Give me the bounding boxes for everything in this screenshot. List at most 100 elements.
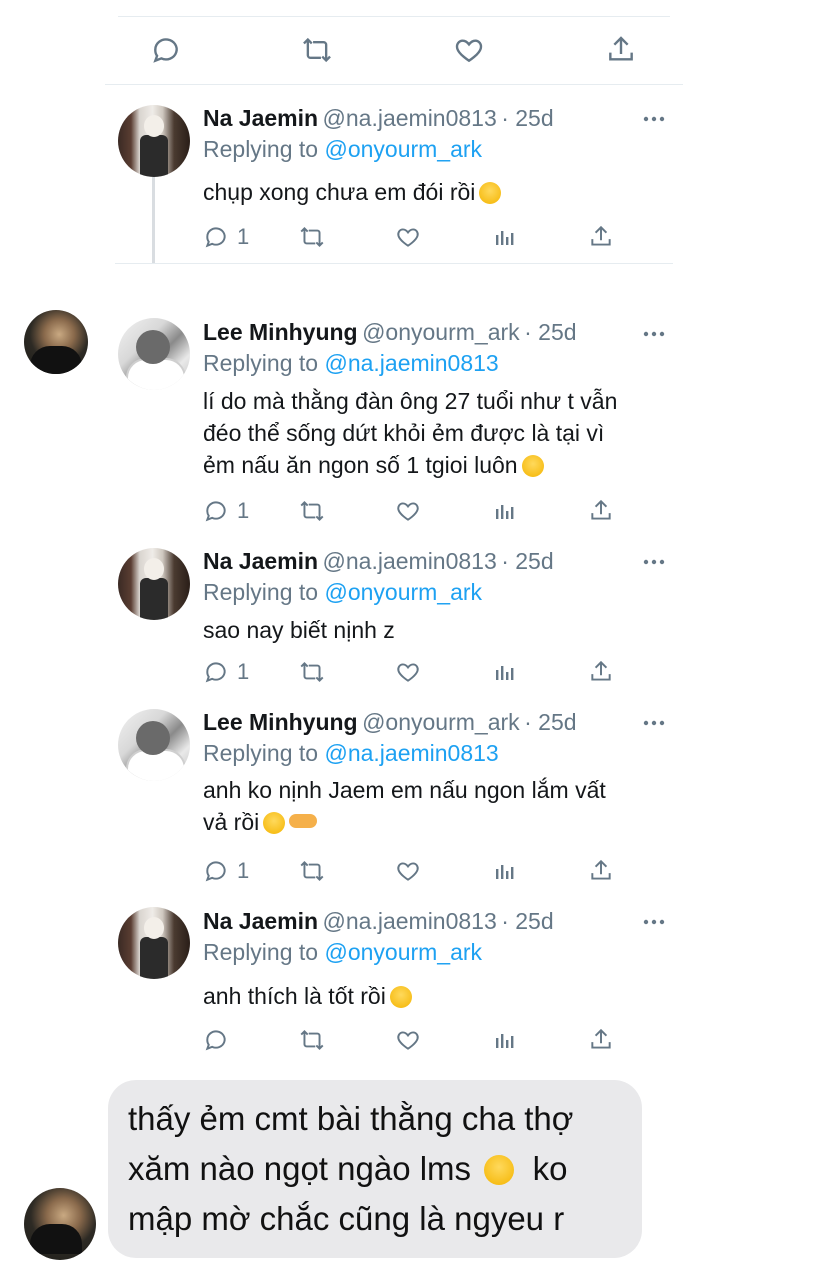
crying-face-emoji bbox=[521, 455, 544, 477]
reply-button[interactable]: 1 bbox=[203, 498, 249, 524]
reply-count: 1 bbox=[237, 858, 250, 883]
replying-label: Replying to bbox=[203, 740, 319, 766]
avatar[interactable] bbox=[118, 318, 190, 390]
handle[interactable]: @na.jaemin0813 bbox=[323, 548, 497, 574]
thread-connector bbox=[152, 176, 155, 264]
share-icon[interactable] bbox=[588, 224, 614, 250]
display-name[interactable]: Na Jaemin bbox=[203, 105, 318, 131]
reply-button[interactable]: 1 bbox=[203, 858, 249, 884]
message-line: thấy ẻm cmt bài thằng cha thợ bbox=[128, 1100, 574, 1137]
handle[interactable]: @na.jaemin0813 bbox=[323, 105, 497, 131]
reply-icon bbox=[203, 224, 229, 250]
retweet-icon[interactable] bbox=[298, 498, 326, 524]
like-icon[interactable] bbox=[395, 224, 421, 250]
tweet-divider bbox=[115, 263, 673, 264]
like-icon[interactable] bbox=[395, 858, 421, 884]
retweet-icon[interactable] bbox=[298, 224, 326, 250]
tweet-age: · 25d bbox=[501, 548, 554, 574]
reply-button[interactable]: 1 bbox=[203, 659, 249, 685]
more-options-icon[interactable] bbox=[643, 714, 665, 732]
handle[interactable]: @na.jaemin0813 bbox=[323, 908, 497, 934]
tweet-age: · 25d bbox=[524, 319, 577, 345]
reply-button[interactable]: 1 bbox=[203, 224, 249, 250]
chat-sender-avatar bbox=[24, 310, 88, 374]
replying-label: Replying to bbox=[203, 136, 319, 162]
display-name[interactable]: Na Jaemin bbox=[203, 548, 318, 574]
tweet-text-line: vả rồi bbox=[203, 809, 260, 835]
tweet-text: anh ko nịnh Jaem em nấu ngon lắm vất vả … bbox=[203, 774, 683, 838]
display-name[interactable]: Lee Minhyung bbox=[203, 709, 358, 735]
top-divider bbox=[118, 16, 670, 17]
avatar[interactable] bbox=[118, 105, 190, 177]
reply-icon bbox=[203, 498, 229, 524]
like-icon[interactable] bbox=[395, 1027, 421, 1053]
reply-mention-link[interactable]: @onyourm_ark bbox=[324, 136, 482, 162]
tweet-text-line: anh ko nịnh Jaem em nấu ngon lắm vất bbox=[203, 777, 606, 803]
tweet-text-line: ẻm nấu ăn ngon số 1 tgioi luôn bbox=[203, 452, 518, 478]
avatar[interactable] bbox=[118, 548, 190, 620]
retweet-icon[interactable] bbox=[298, 858, 326, 884]
reply-mention-link[interactable]: @na.jaemin0813 bbox=[324, 740, 498, 766]
share-icon[interactable] bbox=[588, 858, 614, 884]
message-line: ko bbox=[532, 1150, 568, 1187]
reply-icon bbox=[203, 659, 229, 685]
display-name[interactable]: Lee Minhyung bbox=[203, 319, 358, 345]
angry-face-emoji bbox=[479, 182, 502, 204]
tweet-text: sao nay biết nịnh z bbox=[203, 614, 673, 646]
tweet-action-row bbox=[203, 1027, 623, 1059]
more-options-icon[interactable] bbox=[643, 325, 665, 343]
tweet-action-row: 1 bbox=[203, 659, 623, 691]
reply-icon[interactable] bbox=[150, 34, 182, 66]
tweet-text-line: sao nay biết nịnh z bbox=[203, 617, 395, 643]
share-icon[interactable] bbox=[588, 1027, 614, 1053]
reply-button[interactable] bbox=[203, 1027, 237, 1053]
share-icon[interactable] bbox=[588, 659, 614, 685]
pleading-face-emoji bbox=[263, 812, 286, 834]
more-options-icon[interactable] bbox=[643, 110, 665, 128]
reply-count: 1 bbox=[237, 498, 250, 523]
more-options-icon[interactable] bbox=[643, 553, 665, 571]
tweet-age: · 25d bbox=[524, 709, 577, 735]
analytics-icon[interactable] bbox=[492, 1027, 516, 1053]
retweet-icon[interactable] bbox=[300, 34, 334, 66]
reply-count: 1 bbox=[237, 659, 250, 684]
reply-count: 1 bbox=[237, 224, 250, 249]
chat-sender-avatar bbox=[24, 1188, 96, 1260]
analytics-icon[interactable] bbox=[492, 224, 516, 250]
sweat-face-emoji bbox=[484, 1155, 515, 1185]
retweet-icon[interactable] bbox=[298, 659, 326, 685]
reply-icon bbox=[203, 858, 229, 884]
tweet-action-row: 1 bbox=[203, 498, 623, 530]
kissing-face-emoji bbox=[389, 986, 412, 1008]
tweet-text: anh thích là tốt rồi bbox=[203, 980, 673, 1012]
handle[interactable]: @onyourm_ark bbox=[362, 709, 520, 735]
avatar[interactable] bbox=[118, 709, 190, 781]
display-name[interactable]: Na Jaemin bbox=[203, 908, 318, 934]
top-action-row bbox=[150, 34, 650, 66]
analytics-icon[interactable] bbox=[492, 659, 516, 685]
analytics-icon[interactable] bbox=[492, 858, 516, 884]
tweet-text-line: anh thích là tốt rồi bbox=[203, 983, 386, 1009]
like-icon[interactable] bbox=[395, 659, 421, 685]
avatar[interactable] bbox=[118, 907, 190, 979]
like-icon[interactable] bbox=[453, 34, 485, 66]
handle[interactable]: @onyourm_ark bbox=[362, 319, 520, 345]
reply-mention-link[interactable]: @na.jaemin0813 bbox=[324, 350, 498, 376]
more-options-icon[interactable] bbox=[643, 913, 665, 931]
replying-label: Replying to bbox=[203, 579, 319, 605]
tweet-action-row: 1 bbox=[203, 224, 623, 256]
like-icon[interactable] bbox=[395, 498, 421, 524]
message-bubble[interactable]: thấy ẻm cmt bài thằng cha thợ xăm nào ng… bbox=[108, 1080, 642, 1258]
tweet-text-line: lí do mà thằng đàn ông 27 tuổi như t vẫn bbox=[203, 388, 618, 414]
share-icon[interactable] bbox=[588, 498, 614, 524]
pointing-hand-emoji bbox=[289, 814, 318, 828]
retweet-icon[interactable] bbox=[298, 1027, 326, 1053]
reply-mention-link[interactable]: @onyourm_ark bbox=[324, 939, 482, 965]
replying-label: Replying to bbox=[203, 939, 319, 965]
reply-mention-link[interactable]: @onyourm_ark bbox=[324, 579, 482, 605]
tweet-text: chụp xong chưa em đói rồi bbox=[203, 176, 673, 208]
share-icon[interactable] bbox=[605, 34, 637, 66]
tweet-text: lí do mà thằng đàn ông 27 tuổi như t vẫn… bbox=[203, 385, 683, 481]
analytics-icon[interactable] bbox=[492, 498, 516, 524]
replying-label: Replying to bbox=[203, 350, 319, 376]
